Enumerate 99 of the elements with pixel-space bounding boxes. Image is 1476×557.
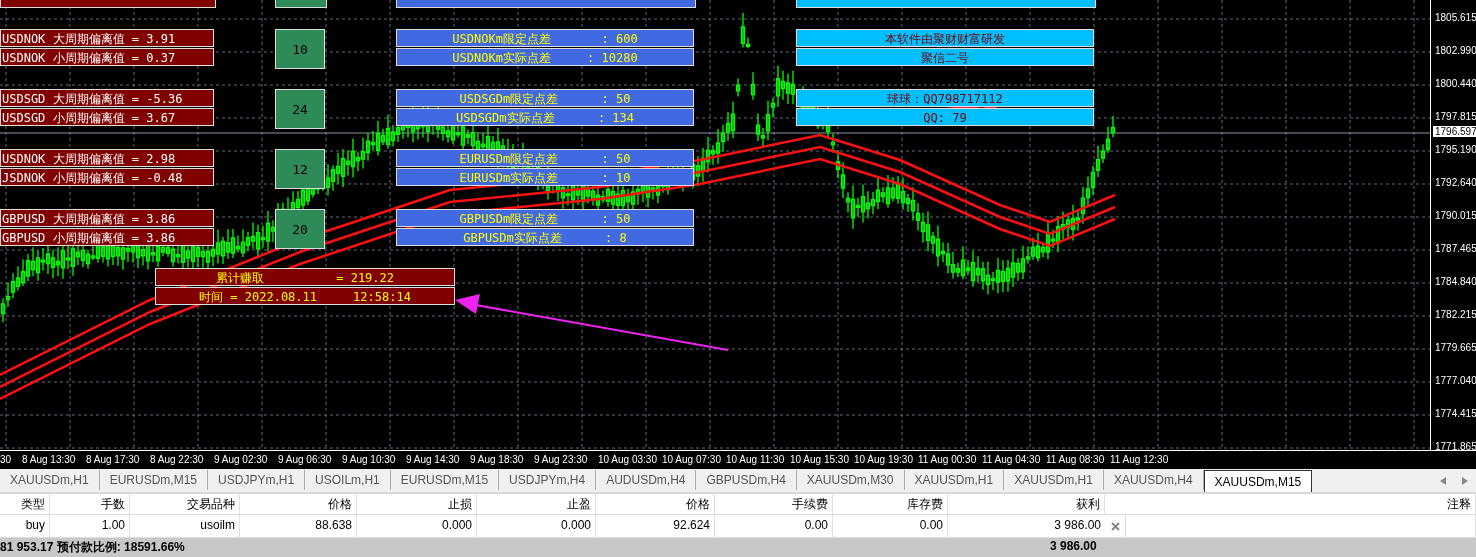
column-header: 类型 [0,494,50,514]
time-label: 10 Aug 19:30 [854,454,913,465]
table-cell: 0.00 [833,515,948,537]
time-label: 9 Aug 18:30 [470,454,524,465]
time-label: 8 Aug 17:30 [86,454,140,465]
chart-tab[interactable]: XAUUSDm,H4 [1103,470,1204,490]
chart-tab[interactable]: AUDUSDm,H4 [596,470,697,490]
count-box: 20 [275,209,325,249]
price-label: 1795.190 [1435,144,1476,155]
table-cell-text: 3 986.00 [1053,517,1102,534]
info-label: 本软件由聚财财富研发 [796,29,1094,47]
column-header: 手数 [50,494,130,514]
spread-label: EURUSDm实际点差 : 10 [396,168,694,186]
chart-tab[interactable]: XAUUSDm,M30 [796,470,905,490]
time-label: 9 Aug 10:30 [342,454,396,465]
close-icon[interactable] [1110,521,1120,531]
column-header: 价格 [596,494,715,514]
price-label: 1784.840 [1435,276,1476,287]
info-label: 聚信二号 [796,48,1094,66]
chart-tab[interactable]: USDJPYm,H1 [208,470,306,490]
count-box: 12 [275,149,325,189]
time-label: 30 [0,454,12,465]
table-cell: buy [0,515,50,537]
chart-tab[interactable]: XAUUSDm,H1 [0,470,100,490]
table-cell: 0.00 [715,515,833,537]
deviation-label: USDNOK 大周期偏离值 = 2.98 [0,149,214,167]
time-label: 10 Aug 07:30 [662,454,721,465]
chart-tab[interactable]: XAUUSDm,H1 [1004,470,1104,490]
chart-tab[interactable]: EURUSDm,M15 [99,470,209,490]
time-label: 9 Aug 14:30 [406,454,460,465]
time-label: 8 Aug 22:30 [150,454,204,465]
time-label: 10 Aug 15:30 [790,454,849,465]
info-label: QQ: 79 [796,108,1094,126]
time-label: 10 Aug 11:30 [726,454,785,465]
chart-tab[interactable]: USOILm,H1 [305,470,391,490]
deviation-label: USDSGD 小周期偏离值 = 3.67 [0,108,214,126]
chart-tab[interactable]: XAUUSDm,M15 [1203,470,1313,492]
table-cell: 1.00 [50,515,130,537]
chart-tab[interactable]: USDJPYm,H4 [499,470,597,490]
time-label: 9 Aug 02:30 [214,454,268,465]
spread-label: USDSGDm实际点差 : 134 [396,108,694,126]
price-label: 1802.990 [1435,45,1476,56]
price-label: 1792.640 [1435,177,1476,188]
column-header: 手续费 [715,494,833,514]
time-label: 9 Aug 23:30 [534,454,588,465]
spread-label: USDSGDm限定点差 : 50 [396,89,694,107]
balance-summary: 81 953.17 预付款比例: 18591.66% [0,539,185,556]
price-label: 1790.015 [1435,210,1476,221]
column-header: 库存费 [833,494,948,514]
price-label: 1777.040 [1435,375,1476,386]
deviation-label: USDNOK 小周期偏离值 = 0.37 [0,48,214,66]
time-label: 9 Aug 06:30 [278,454,332,465]
chart-tab[interactable]: XAUUSDm,H1 [904,470,1005,490]
spread-label: EURUSDm限定点差 : 50 [396,149,694,167]
column-header: 获利 [948,494,1105,514]
column-header: 止盈 [477,494,596,514]
price-label: 1805.615 [1435,12,1476,23]
price-label: 1774.415 [1435,408,1476,419]
deviation-label: JSDNOK 小周期偏离值 = -0.48 [0,168,214,186]
time-label: 8 Aug 13:30 [22,454,76,465]
column-header: 价格 [240,494,357,514]
current-price-label: 1796.597 [1433,126,1476,137]
deviation-label: USDNOK 大周期偏离值 = 3.91 [0,29,214,47]
time-label: 11 Aug 08:30 [1046,454,1105,465]
table-cell: 0.000 [357,515,477,537]
column-header: 交易品种 [130,494,240,514]
scroll-right-icon[interactable] [1462,477,1468,485]
time-label: 11 Aug 00:30 [918,454,977,465]
column-header: 注释 [1105,494,1476,514]
table-cell: usoilm [130,515,240,537]
profit-label: 时间 = 2022.08.11 12:58:14 [155,287,455,305]
count-box: 24 [275,89,325,129]
spread-label: GBPUSDm实际点差 : 8 [396,228,694,246]
profit-label: 累计赚取 = 219.22 [155,268,455,286]
time-label: 11 Aug 12:30 [1110,454,1169,465]
spread-label: USDNOKm限定点差 : 600 [396,29,694,47]
price-label: 1787.465 [1435,243,1476,254]
deviation-label: GBPUSD 小周期偏离值 = 3.86 [0,228,214,246]
chart-tab[interactable]: EURUSDm,M15 [390,470,500,490]
price-label: 1800.440 [1435,78,1476,89]
spread-label: USDNOKm实际点差 : 10280 [396,48,694,66]
price-label: 1779.665 [1435,342,1476,353]
table-cell: 92.624 [596,515,715,537]
price-label: 1771.865 [1435,441,1476,452]
time-label: 11 Aug 04:30 [982,454,1041,465]
deviation-label: GBPUSD 大周期偏离值 = 3.86 [0,209,214,227]
chart-tab[interactable]: GBPUSDm,H4 [696,470,797,490]
info-label: 球球：QQ798717112 [796,89,1094,107]
table-cell: 88.638 [240,515,357,537]
price-label: 1782.215 [1435,309,1476,320]
count-box: 10 [275,29,325,69]
price-label: 1797.815 [1435,111,1476,122]
table-cell: 0.000 [477,515,596,537]
deviation-label: USDSGD 大周期偏离值 = -5.36 [0,89,214,107]
profit-total: 3 986.00 [1050,539,1097,553]
scroll-left-icon[interactable] [1440,477,1446,485]
time-label: 10 Aug 03:30 [598,454,657,465]
column-header: 止损 [357,494,477,514]
spread-label: GBPUSDm限定点差 : 50 [396,209,694,227]
